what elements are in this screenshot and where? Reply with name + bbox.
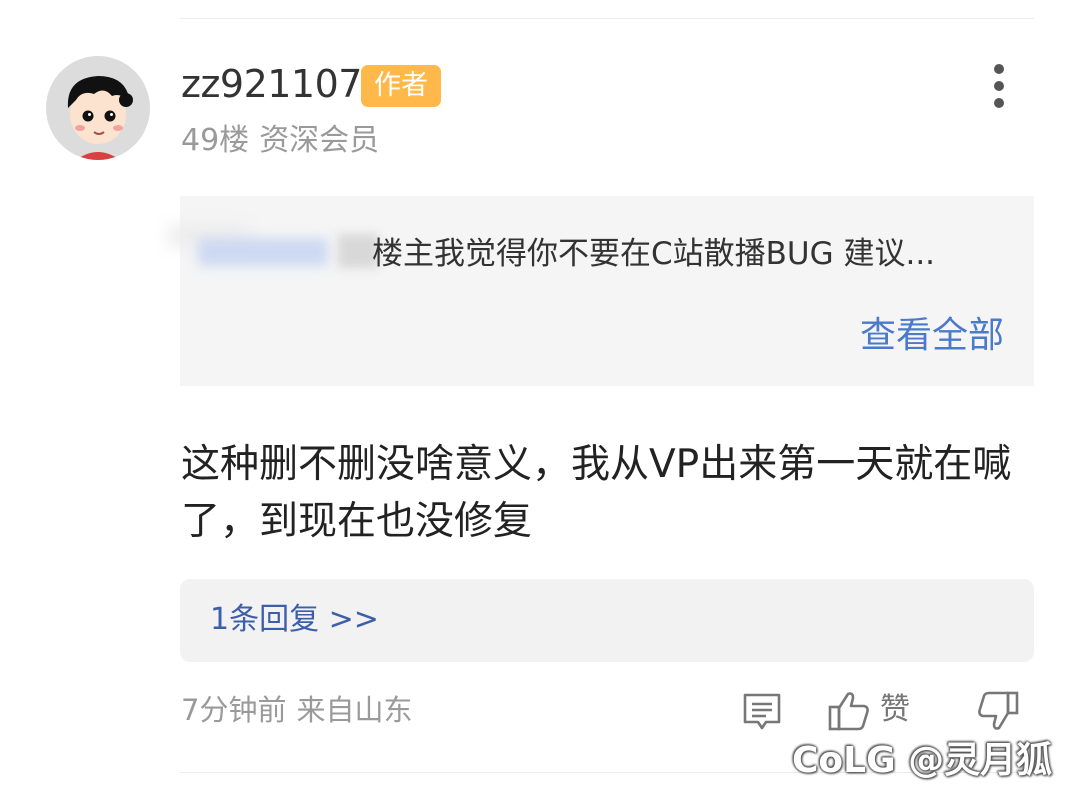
comment-body: 这种删不删没啥意义，我从VP出来第一天就在喊了，到现在也没修复: [181, 442, 1012, 544]
thumbs-up-icon[interactable]: [826, 688, 872, 734]
thumbs-down-icon[interactable]: [975, 688, 1021, 734]
floor-number: 49楼: [181, 123, 250, 158]
replies-bar[interactable]: 1条回复 >>: [180, 579, 1034, 662]
watermark: CoLG @灵月狐: [792, 740, 1053, 781]
user-avatar[interactable]: [46, 56, 150, 160]
username[interactable]: zz921107: [181, 58, 362, 110]
like-label[interactable]: 赞: [880, 688, 910, 732]
more-vertical-icon[interactable]: [984, 64, 1014, 116]
quoted-comment[interactable]: 楼主我觉得你不要在C站散播BUG 建议... 查看全部: [168, 196, 1034, 386]
comment-page: zz921107 作者 49楼 资深会员 楼主我觉得你不要在C站散播BUG 建议.…: [0, 0, 1080, 802]
comment-icon[interactable]: [740, 690, 784, 734]
member-level: 资深会员: [259, 123, 380, 158]
top-divider: [180, 18, 1034, 19]
replies-link[interactable]: 1条回复 >>: [210, 597, 379, 643]
view-all-link[interactable]: 查看全部: [860, 312, 1004, 360]
comment-time: 7分钟前: [181, 693, 287, 727]
cartoon-avatar-icon: [46, 56, 150, 160]
comment-location: 来自山东: [296, 693, 413, 727]
comment-meta: 7分钟前 来自山东: [181, 688, 412, 732]
author-badge: 作者: [361, 65, 441, 107]
quoted-text: 楼主我觉得你不要在C站散播BUG 建议...: [372, 236, 936, 272]
user-meta: 49楼 资深会员: [181, 119, 379, 163]
